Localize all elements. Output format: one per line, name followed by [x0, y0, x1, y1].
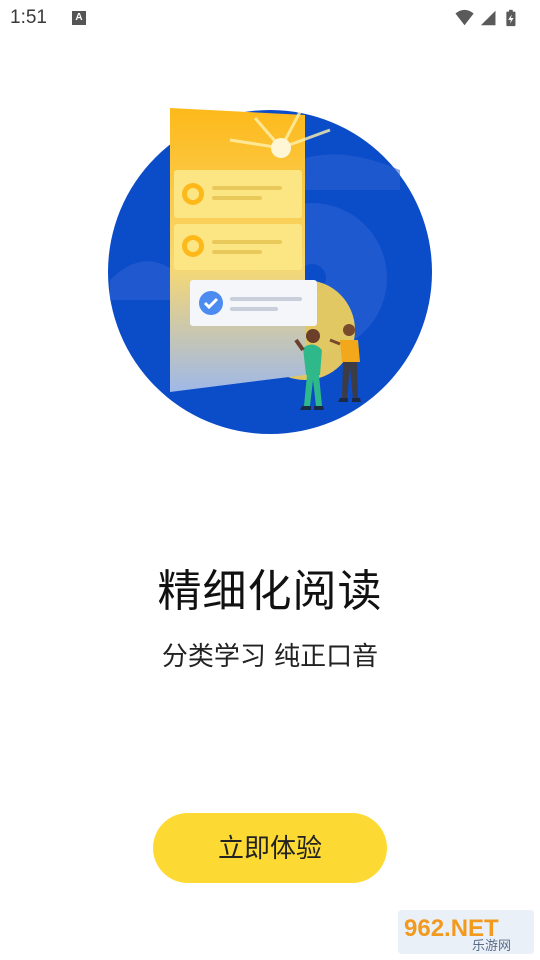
try-now-button[interactable]: 立即体验 — [153, 813, 387, 883]
status-time: 1:51 — [10, 7, 47, 28]
page-subtitle: 分类学习 纯正口音 — [161, 642, 379, 672]
a-notification-icon: A — [72, 11, 86, 25]
checked-card — [190, 280, 317, 326]
onboarding-illustration — [108, 108, 432, 434]
page-title: 精细化阅读 — [157, 566, 383, 617]
watermark-brand: 962.NET — [404, 915, 499, 942]
watermark-logo: 962.NET 乐游网 — [398, 910, 534, 954]
sun — [271, 138, 291, 158]
system-icons — [455, 9, 516, 27]
battery-icon — [506, 9, 516, 27]
wifi-icon — [455, 9, 474, 26]
list-card-2 — [174, 224, 302, 270]
cell-signal-icon — [480, 10, 496, 26]
status-bar: 1:51 A — [0, 0, 540, 36]
list-card-1 — [174, 170, 302, 218]
watermark-caption: 乐游网 — [472, 939, 511, 954]
